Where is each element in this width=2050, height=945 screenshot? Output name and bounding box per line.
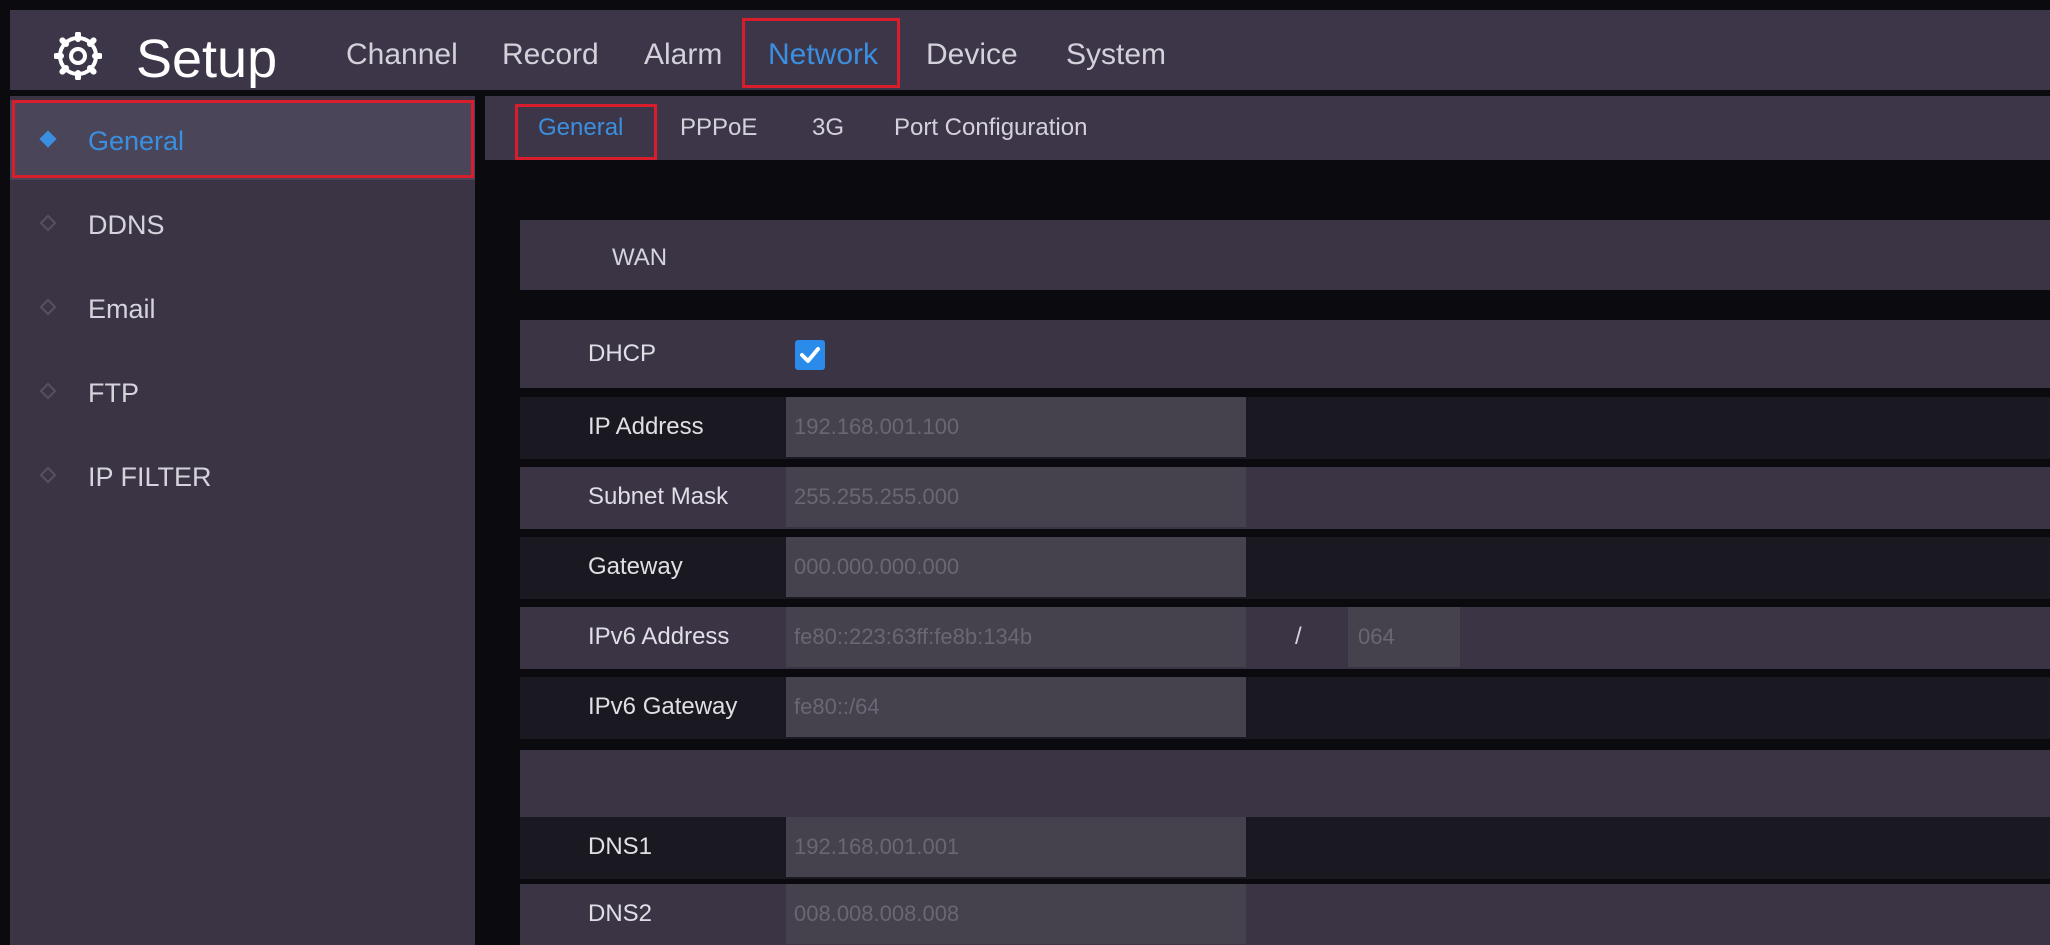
- ipv6-gateway-row: IPv6 Gateway fe80::/64: [520, 677, 2050, 739]
- gateway-label: Gateway: [588, 553, 683, 580]
- diamond-icon: [39, 466, 57, 484]
- ipv6-gateway-field[interactable]: fe80::/64: [786, 677, 1246, 737]
- general-highlight-box: [12, 100, 474, 178]
- tab-port-configuration[interactable]: Port Configuration: [894, 116, 1087, 140]
- sidebar-item-ftp[interactable]: FTP: [10, 352, 475, 432]
- network-highlight-box: [742, 18, 900, 88]
- subnet-mask-row: Subnet Mask 255.255.255.000: [520, 467, 2050, 529]
- ip-address-row: IP Address 192.168.001.100: [520, 397, 2050, 459]
- ipv6-gateway-label: IPv6 Gateway: [588, 693, 738, 720]
- dhcp-checkbox[interactable]: [795, 340, 825, 370]
- ip-address-field[interactable]: 192.168.001.100: [786, 397, 1246, 457]
- dns2-label: DNS2: [588, 900, 653, 927]
- ip-address-label: IP Address: [588, 413, 704, 440]
- gateway-field[interactable]: 000.000.000.000: [786, 537, 1246, 597]
- ipv6-address-field[interactable]: fe80::223:63ff:fe8b:134b: [786, 607, 1246, 667]
- menu-device[interactable]: Device: [926, 40, 1018, 70]
- subnet-mask-field[interactable]: 255.255.255.000: [786, 467, 1246, 527]
- tab-pppoe[interactable]: PPPoE: [680, 116, 757, 140]
- diamond-icon: [39, 214, 57, 232]
- dhcp-row: DHCP: [520, 320, 2050, 388]
- sidebar-item-label: Email: [88, 294, 156, 324]
- sub-tab-bar: General PPPoE 3G Port Configuration: [485, 96, 2050, 160]
- ipv6-prefix-field[interactable]: 064: [1348, 607, 1460, 667]
- top-bar: Setup Channel Record Alarm Network Devic…: [10, 10, 2050, 90]
- section-divider: [520, 750, 2050, 818]
- sidebar-item-ddns[interactable]: DDNS: [10, 184, 475, 264]
- checkmark-icon: [800, 347, 820, 363]
- dns2-row: DNS2 008.008.008.008: [520, 884, 2050, 945]
- diamond-icon: [39, 382, 57, 400]
- sidebar-item-ip-filter[interactable]: IP FILTER: [10, 436, 475, 516]
- dns1-row: DNS1 192.168.001.001: [520, 817, 2050, 879]
- menu-channel[interactable]: Channel: [346, 40, 458, 70]
- section-title: WAN: [612, 244, 668, 271]
- diamond-icon: [39, 298, 57, 316]
- sidebar: General DDNS Email FTP IP FILTER: [10, 96, 475, 945]
- subnet-mask-label: Subnet Mask: [588, 483, 729, 510]
- subtab-highlight-box: [515, 104, 657, 160]
- sidebar-item-email[interactable]: Email: [10, 268, 475, 348]
- wan-section-header: WAN: [520, 220, 2050, 290]
- gear-icon: [54, 32, 102, 80]
- tab-3g[interactable]: 3G: [812, 116, 844, 140]
- dns2-field[interactable]: 008.008.008.008: [786, 884, 1246, 944]
- menu-alarm[interactable]: Alarm: [644, 40, 722, 70]
- ipv6-address-label: IPv6 Address: [588, 623, 730, 650]
- ipv6-address-row: IPv6 Address fe80::223:63ff:fe8b:134b / …: [520, 607, 2050, 669]
- sidebar-item-label: IP FILTER: [88, 462, 212, 492]
- gateway-row: Gateway 000.000.000.000: [520, 537, 2050, 599]
- dns1-label: DNS1: [588, 833, 653, 860]
- dhcp-label: DHCP: [588, 340, 657, 367]
- menu-system[interactable]: System: [1066, 40, 1166, 70]
- sidebar-item-label: DDNS: [88, 210, 165, 240]
- sidebar-item-label: FTP: [88, 378, 139, 408]
- menu-record[interactable]: Record: [502, 40, 599, 70]
- dns1-field[interactable]: 192.168.001.001: [786, 817, 1246, 877]
- app-title: Setup: [136, 29, 278, 89]
- prefix-separator: /: [1295, 623, 1302, 650]
